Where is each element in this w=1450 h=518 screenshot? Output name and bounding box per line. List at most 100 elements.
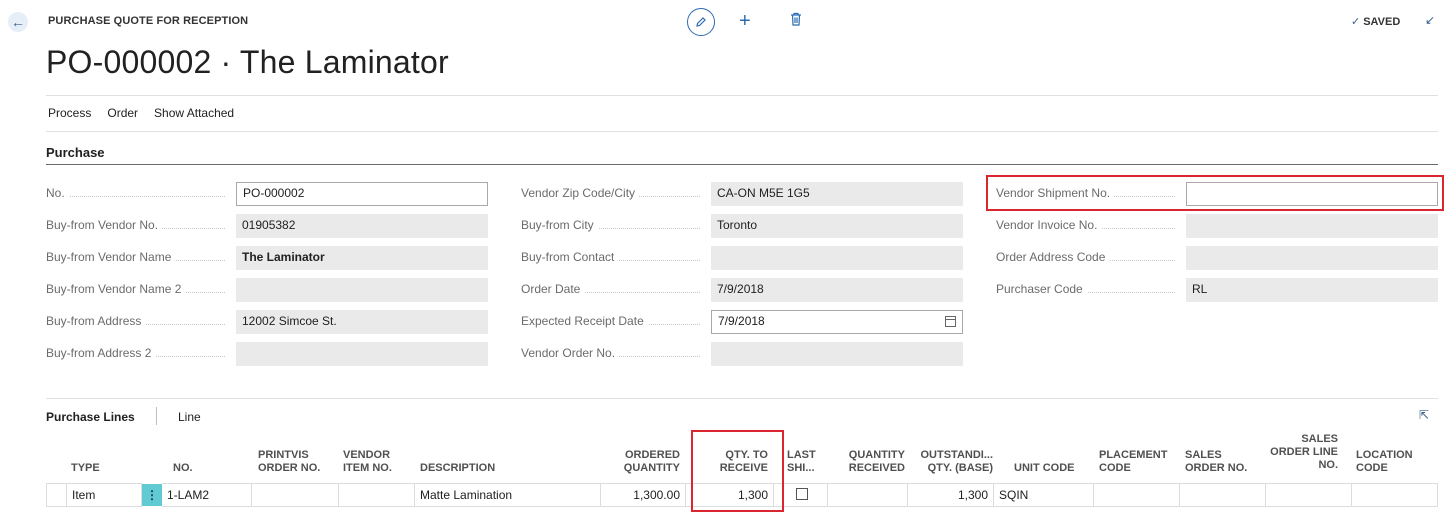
- vendor-no-field[interactable]: 01905382: [236, 214, 488, 238]
- cell-vendor-item-no[interactable]: [339, 483, 415, 507]
- edit-button[interactable]: [687, 8, 715, 36]
- col-vendor-item-line1: VENDOR: [343, 449, 391, 461]
- purchaser-field[interactable]: RL: [1186, 278, 1438, 302]
- col-type[interactable]: TYPE: [71, 462, 100, 475]
- vendor-name2-field[interactable]: [236, 278, 488, 302]
- cell-description[interactable]: Matte Lamination: [415, 483, 601, 507]
- delete-button[interactable]: [790, 12, 802, 29]
- col-placement-code[interactable]: PLACEMENT CODE: [1099, 449, 1167, 475]
- field-label-address2: Buy-from Address 2: [46, 346, 231, 360]
- action-process[interactable]: Process: [48, 106, 91, 120]
- pencil-icon: [696, 17, 706, 27]
- vendor-order-no-field[interactable]: [711, 342, 963, 366]
- receipt-date-value: 7/9/2018: [718, 314, 765, 328]
- cell-no[interactable]: 1-LAM2: [162, 483, 252, 507]
- col-unit-code[interactable]: UNIT CODE: [1014, 462, 1075, 475]
- col-placement-line2: CODE: [1099, 462, 1131, 474]
- shipment-no-field[interactable]: [1186, 182, 1438, 206]
- lines-separator: [156, 407, 157, 425]
- divider: [46, 95, 1438, 96]
- field-label-invoice-no: Vendor Invoice No.: [996, 218, 1181, 232]
- cell-sales-order-line-no[interactable]: [1266, 483, 1352, 507]
- col-sales-order-no[interactable]: SALES ORDER NO.: [1185, 449, 1247, 475]
- city-field[interactable]: Toronto: [711, 214, 963, 238]
- col-sales-order-line-no[interactable]: SALES ORDER LINE NO.: [1266, 433, 1338, 472]
- cell-unit-code[interactable]: SQIN: [994, 483, 1094, 507]
- expand-icon[interactable]: ⇱: [1419, 408, 1429, 422]
- col-quantity-received[interactable]: QUANTITY RECEIVED: [830, 449, 905, 475]
- order-address-field[interactable]: [1186, 246, 1438, 270]
- col-vendor-item[interactable]: VENDOR ITEM NO.: [343, 449, 392, 475]
- lines-title: Purchase Lines: [46, 410, 135, 424]
- action-show-attached[interactable]: Show Attached: [154, 106, 234, 120]
- col-printvis[interactable]: PRINTVIS ORDER NO.: [258, 449, 320, 475]
- cell-quantity-received[interactable]: [828, 483, 908, 507]
- last-shipment-checkbox[interactable]: [796, 488, 808, 500]
- col-outstanding[interactable]: OUTSTANDI... QTY. (BASE): [906, 449, 993, 475]
- cell-printvis-order-no[interactable]: [252, 483, 339, 507]
- col-outstanding-line1: OUTSTANDI...: [920, 449, 993, 461]
- col-vendor-item-line2: ITEM NO.: [343, 462, 392, 474]
- invoice-no-field[interactable]: [1186, 214, 1438, 238]
- col-ordered-quantity[interactable]: ORDERED QUANTITY: [600, 449, 680, 475]
- col-placement-line1: PLACEMENT: [1099, 449, 1168, 461]
- field-label-city: Buy-from City: [521, 218, 706, 232]
- order-date-field[interactable]: 7/9/2018: [711, 278, 963, 302]
- saved-label: SAVED: [1363, 16, 1401, 28]
- field-label-purchaser: Purchaser Code: [996, 282, 1181, 296]
- cell-location-code[interactable]: [1352, 483, 1438, 507]
- field-label-order-address: Order Address Code: [996, 250, 1181, 264]
- address2-field[interactable]: [236, 342, 488, 366]
- col-qty-received-line1: QUANTITY: [848, 449, 905, 461]
- back-button[interactable]: ←: [8, 12, 28, 32]
- col-sales-order-line1: SALES: [1185, 449, 1222, 461]
- highlight-qty-to-receive: [691, 430, 784, 512]
- section-underline: [46, 164, 1438, 165]
- divider: [46, 398, 1438, 399]
- col-location-line1: LOCATION: [1356, 449, 1413, 461]
- col-description[interactable]: DESCRIPTION: [420, 462, 495, 475]
- cell-ordered-quantity[interactable]: 1,300.00: [601, 483, 686, 507]
- field-label-no: No.: [46, 186, 231, 200]
- row-actions-button[interactable]: ⋮: [142, 484, 162, 506]
- row-selector[interactable]: [46, 483, 67, 507]
- address-field[interactable]: 12002 Simcoe St.: [236, 310, 488, 334]
- field-label-vendor-name2: Buy-from Vendor Name 2: [46, 282, 231, 296]
- page-caption: PURCHASE QUOTE FOR RECEPTION: [48, 15, 249, 27]
- vendor-name-field[interactable]: The Laminator: [236, 246, 488, 270]
- no-field[interactable]: PO-000002: [236, 182, 488, 206]
- cell-type[interactable]: Item: [67, 483, 142, 507]
- divider: [46, 131, 1438, 132]
- col-outstanding-line2: QTY. (BASE): [927, 462, 993, 474]
- col-last-line2: SHI...: [787, 462, 815, 474]
- col-qty-received-line2: RECEIVED: [848, 462, 905, 474]
- action-order[interactable]: Order: [107, 106, 138, 120]
- section-title-purchase: Purchase: [46, 145, 105, 160]
- collapse-button[interactable]: ↙: [1425, 13, 1435, 27]
- field-label-address: Buy-from Address: [46, 314, 231, 328]
- col-last-shipment[interactable]: LAST SHI...: [787, 449, 816, 475]
- lines-tab-line[interactable]: Line: [178, 410, 201, 424]
- saved-status: ✓ SAVED: [1351, 15, 1400, 28]
- cell-outstanding[interactable]: 1,300: [908, 483, 994, 507]
- zip-city-field[interactable]: CA-ON M5E 1G5: [711, 182, 963, 206]
- col-ordered-line1: ORDERED: [624, 449, 680, 461]
- check-icon: ✓: [1351, 16, 1361, 28]
- calendar-icon[interactable]: [945, 316, 956, 327]
- col-no[interactable]: NO.: [173, 462, 193, 475]
- cell-sales-order-no[interactable]: [1180, 483, 1266, 507]
- trash-icon: [791, 12, 801, 26]
- cell-placement-code[interactable]: [1094, 483, 1180, 507]
- plus-icon: +: [739, 10, 751, 32]
- col-ordered-line2: QUANTITY: [623, 462, 680, 474]
- col-printvis-line1: PRINTVIS: [258, 449, 309, 461]
- field-label-order-date: Order Date: [521, 282, 706, 296]
- contact-field[interactable]: [711, 246, 963, 270]
- receipt-date-field[interactable]: 7/9/2018: [711, 310, 963, 334]
- field-label-zip-city: Vendor Zip Code/City: [521, 186, 706, 200]
- col-location-code[interactable]: LOCATION CODE: [1356, 449, 1413, 475]
- col-sales-line-line3: NO.: [1318, 459, 1338, 471]
- action-bar: Process Order Show Attached: [48, 106, 234, 120]
- col-last-line1: LAST: [787, 449, 816, 461]
- new-button[interactable]: +: [739, 10, 751, 32]
